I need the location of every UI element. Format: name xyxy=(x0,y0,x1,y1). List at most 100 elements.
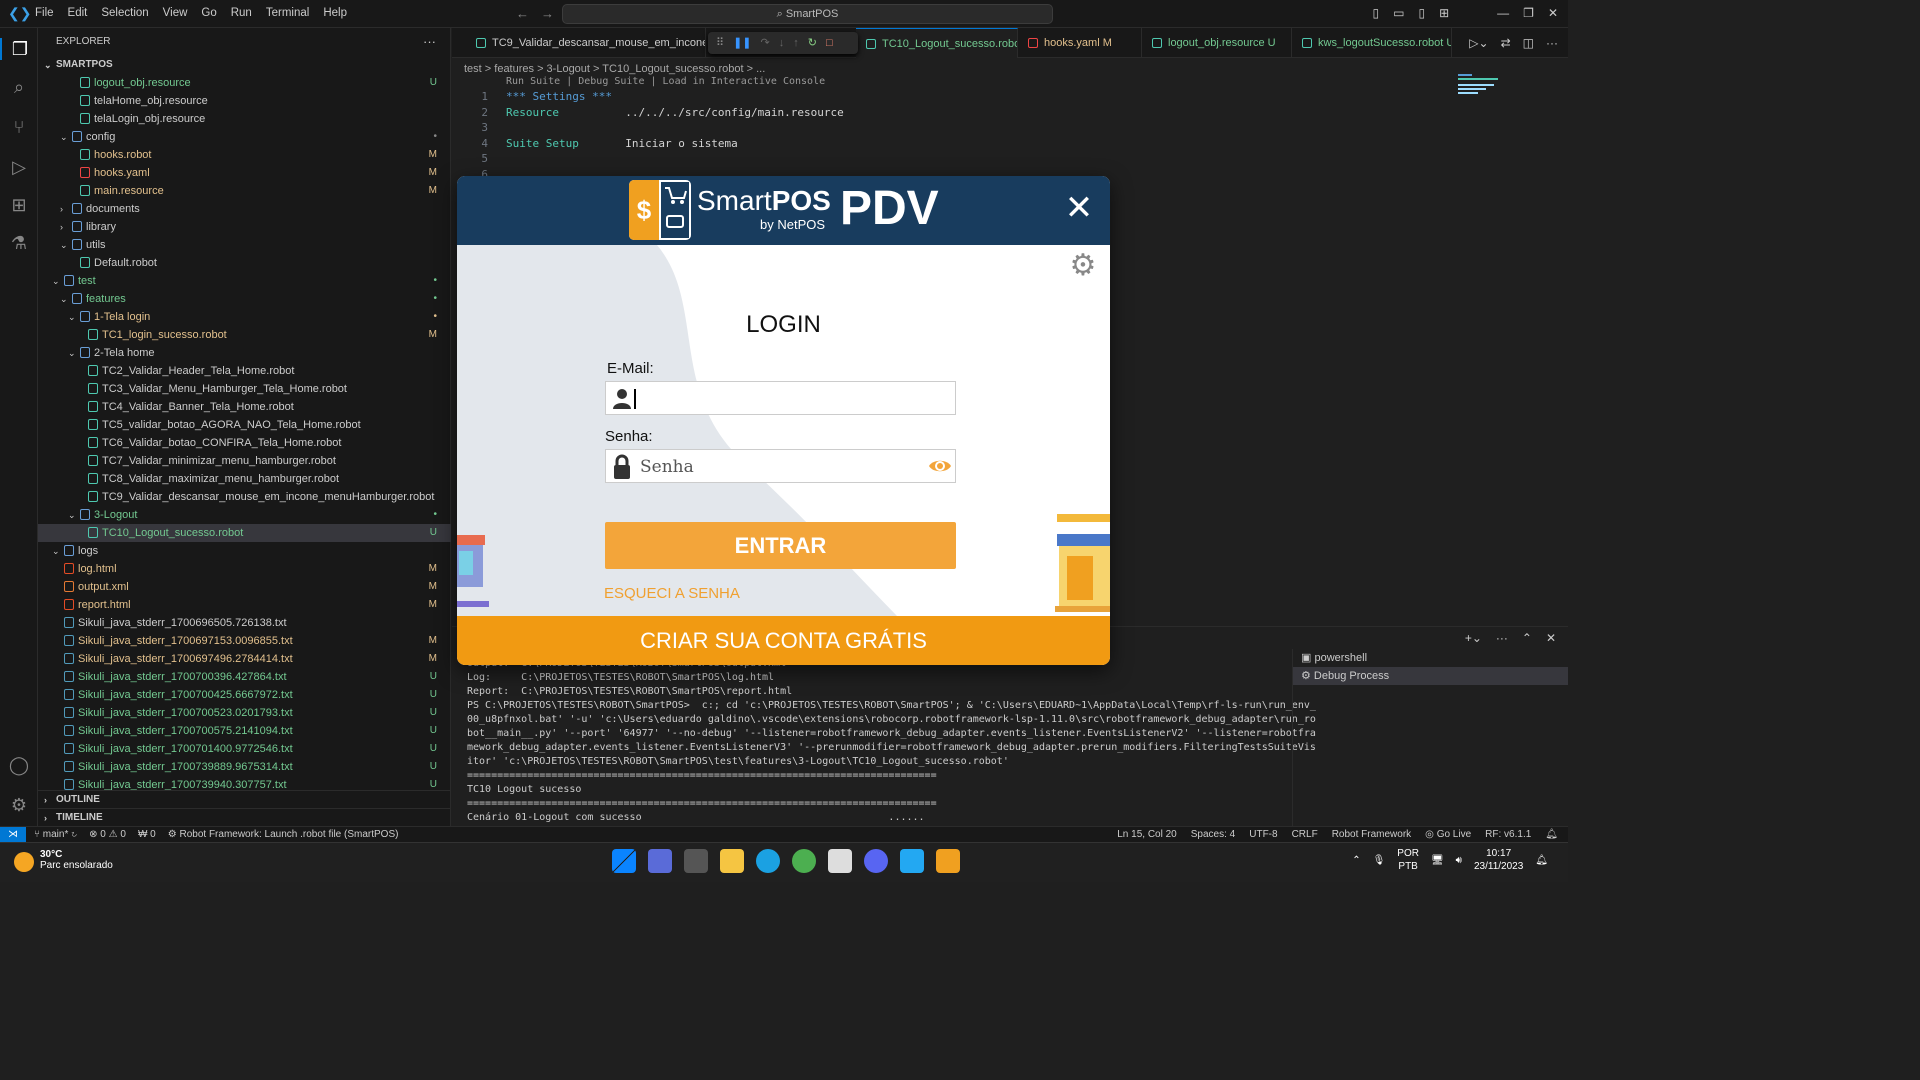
snipping-tool-icon[interactable] xyxy=(828,849,852,873)
codelens[interactable]: Run Suite | Debug Suite | Load in Intera… xyxy=(506,76,825,87)
terminal-item-powershell[interactable]: ▣ powershell xyxy=(1293,649,1568,667)
close-panel-icon[interactable]: ✕ xyxy=(1546,631,1556,645)
folder-item[interactable]: ⌄ 1-Tela login • xyxy=(38,308,451,326)
minimize-icon[interactable]: — xyxy=(1497,6,1509,20)
file-item[interactable]: output.xml M xyxy=(38,578,451,596)
file-item[interactable]: main.resource M xyxy=(38,182,451,200)
file-item[interactable]: logout_obj.resource U xyxy=(38,74,451,92)
terminal-output[interactable]: Output: C:\PROJETOS\TESTES\ROBOT\SmartPO… xyxy=(467,657,1316,825)
folder-item[interactable]: ⌄ features • xyxy=(38,290,451,308)
file-item[interactable]: Sikuli_java_stderr_1700700523.0201793.tx… xyxy=(38,704,451,722)
file-item[interactable]: Sikuli_java_stderr_1700701400.9772546.tx… xyxy=(38,740,451,758)
source-control-icon[interactable]: ⑂ xyxy=(8,116,30,138)
menu-go[interactable]: Go xyxy=(201,7,216,19)
microphone-icon[interactable]: 🎙︎ xyxy=(1373,855,1386,866)
menu-selection[interactable]: Selection xyxy=(101,7,148,19)
branch-status[interactable]: ⑂ main* ↻ xyxy=(34,827,77,842)
back-arrow-icon[interactable]: ← xyxy=(516,6,529,21)
ports-status[interactable]: ₩ 0 xyxy=(138,827,156,842)
step-into-icon[interactable]: ↓ xyxy=(779,32,785,54)
customize-layout-icon[interactable]: ⊞ xyxy=(1439,6,1449,20)
editor-tab[interactable]: TC10_Logout_sucesso.robot U ✕ xyxy=(856,28,1018,58)
email-field[interactable] xyxy=(605,381,956,415)
line-ending[interactable]: CRLF xyxy=(1292,827,1318,842)
go-live[interactable]: ◎ Go Live xyxy=(1425,827,1471,842)
file-item[interactable]: TC7_Validar_minimizar_menu_hamburger.rob… xyxy=(38,452,451,470)
menu-terminal[interactable]: Terminal xyxy=(266,7,309,19)
file-item[interactable]: TC4_Validar_Banner_Tela_Home.robot xyxy=(38,398,451,416)
restore-icon[interactable]: ❐ xyxy=(1523,6,1534,20)
forgot-password-link[interactable]: ESQUECI A SENHA xyxy=(604,585,740,602)
cursor-position[interactable]: Ln 15, Col 20 xyxy=(1117,827,1177,842)
senha-field[interactable]: Senha xyxy=(605,449,956,483)
menu-edit[interactable]: Edit xyxy=(68,7,88,19)
close-window-icon[interactable]: ✕ xyxy=(1548,6,1558,20)
chrome-icon[interactable] xyxy=(792,849,816,873)
terminal-item-debug-process[interactable]: ⚙ Debug Process xyxy=(1293,667,1568,685)
tray-chevron-icon[interactable]: ⌃ xyxy=(1352,855,1360,866)
discord-icon[interactable] xyxy=(864,849,888,873)
editor-tab[interactable]: TC9_Validar_descansar_mouse_em_incone_me… xyxy=(466,28,706,58)
more-actions-icon[interactable]: ··· xyxy=(1496,631,1508,645)
pause-icon[interactable]: ❚❚ xyxy=(733,32,751,54)
search-icon[interactable]: ⌕ xyxy=(8,76,30,98)
copilot-icon[interactable] xyxy=(648,849,672,873)
remote-icon[interactable]: ⋊ xyxy=(0,827,26,843)
outline-section[interactable]: › OUTLINE xyxy=(38,790,451,808)
settings-gear-icon[interactable]: ⚙ xyxy=(8,794,30,816)
file-item[interactable]: Sikuli_java_stderr_1700700396.427864.txt… xyxy=(38,668,451,686)
file-item[interactable]: hooks.robot M xyxy=(38,146,451,164)
create-account-button[interactable]: CRIAR SUA CONTA GRÁTIS xyxy=(457,616,1110,665)
menu-run[interactable]: Run xyxy=(231,7,252,19)
rf-version[interactable]: RF: v6.1.1 xyxy=(1485,827,1531,842)
step-out-icon[interactable]: ↑ xyxy=(793,32,799,54)
entrar-button[interactable]: ENTRAR xyxy=(605,522,956,569)
indentation[interactable]: Spaces: 4 xyxy=(1191,827,1235,842)
vscode-taskbar-icon[interactable] xyxy=(900,849,924,873)
eye-icon[interactable] xyxy=(928,457,952,475)
notifications-bell-icon[interactable]: 🔔︎ xyxy=(1545,827,1558,842)
folder-item[interactable]: ⌄ test • xyxy=(38,272,451,290)
new-terminal-icon[interactable]: +⌄ xyxy=(1465,631,1482,645)
launch-status[interactable]: ⚙ Robot Framework: Launch .robot file (S… xyxy=(168,827,399,842)
file-item[interactable]: hooks.yaml M xyxy=(38,164,451,182)
split-editor-icon[interactable]: ◫ xyxy=(1523,36,1534,50)
file-item[interactable]: log.html M xyxy=(38,560,451,578)
file-item[interactable]: Sikuli_java_stderr_1700739889.9675314.tx… xyxy=(38,758,451,776)
toggle-secondary-sidebar-icon[interactable]: ▯ xyxy=(1419,6,1426,20)
folder-item[interactable]: › documents xyxy=(38,200,451,218)
file-item[interactable]: Sikuli_java_stderr_1700697496.2784414.tx… xyxy=(38,650,451,668)
forward-arrow-icon[interactable]: → xyxy=(541,6,554,21)
folder-item[interactable]: ⌄ utils xyxy=(38,236,451,254)
file-item[interactable]: TC1_login_sucesso.robot M xyxy=(38,326,451,344)
smartpos-taskbar-icon[interactable] xyxy=(936,849,960,873)
file-item[interactable]: TC3_Validar_Menu_Hamburger_Tela_Home.rob… xyxy=(38,380,451,398)
file-item[interactable]: report.html M xyxy=(38,596,451,614)
timeline-section[interactable]: › TIMELINE xyxy=(38,808,451,826)
folder-item[interactable]: ⌄ config • xyxy=(38,128,451,146)
editor-tab[interactable]: logout_obj.resource U xyxy=(1142,28,1292,58)
windows-start-icon[interactable] xyxy=(612,849,636,873)
menu-help[interactable]: Help xyxy=(323,7,347,19)
problems-status[interactable]: ⊗ 0 ⚠ 0 xyxy=(89,827,126,842)
folder-item[interactable]: ⌄ logs xyxy=(38,542,451,560)
run-debug-icon[interactable]: ▷ xyxy=(8,156,30,178)
task-view-icon[interactable] xyxy=(684,849,708,873)
minimap[interactable] xyxy=(1458,74,1508,104)
edge-icon[interactable] xyxy=(756,849,780,873)
menu-file[interactable]: File xyxy=(35,7,54,19)
weather-widget[interactable]: 30°C Parc ensolarado xyxy=(14,849,113,872)
toggle-sidebar-icon[interactable]: ▯ xyxy=(1373,6,1380,20)
file-item[interactable]: TC9_Validar_descansar_mouse_em_incone_me… xyxy=(38,488,451,506)
extensions-icon[interactable]: ⊞ xyxy=(8,194,30,216)
account-icon[interactable]: ◯ xyxy=(8,754,30,776)
file-explorer-icon[interactable] xyxy=(720,849,744,873)
file-item[interactable]: telaLogin_obj.resource xyxy=(38,110,451,128)
file-item[interactable]: TC8_Validar_maximizar_menu_hamburger.rob… xyxy=(38,470,451,488)
volume-icon[interactable]: 🔊︎ xyxy=(1456,855,1462,866)
file-item[interactable]: Default.robot xyxy=(38,254,451,272)
stop-icon[interactable]: □ xyxy=(826,32,833,54)
input-language[interactable]: POR PTB xyxy=(1397,847,1419,873)
file-item[interactable]: TC10_Logout_sucesso.robot U xyxy=(38,524,451,542)
close-icon[interactable]: ✕ xyxy=(1063,191,1095,225)
